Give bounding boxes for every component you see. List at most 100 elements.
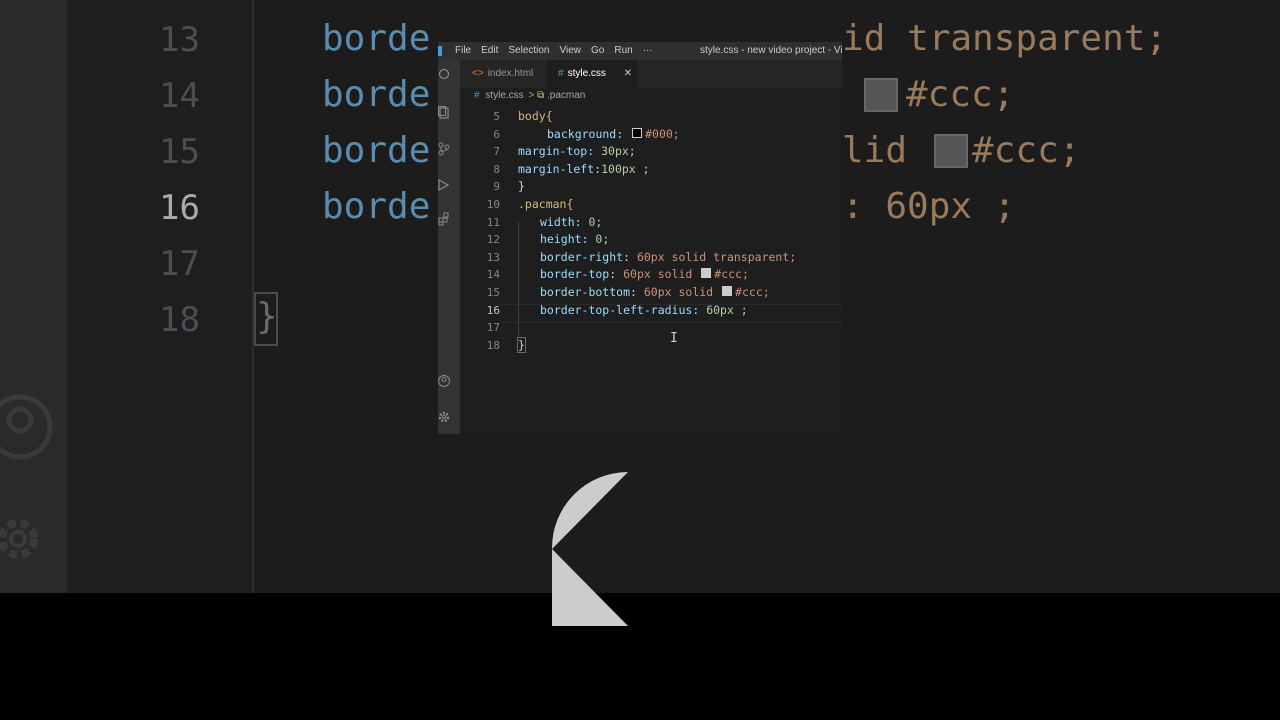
settings-gear-icon[interactable] — [438, 410, 450, 424]
code-property: margin-top: — [518, 144, 595, 158]
bg-code-fragment: #ccc; — [906, 74, 1015, 115]
line-number: 9 — [493, 180, 500, 193]
vscode-window: File Edit Selection View Go Run ··· styl… — [438, 42, 842, 434]
code-line: border-bottom: 60px solid #ccc; — [540, 285, 770, 299]
color-swatch[interactable] — [632, 128, 643, 138]
bg-color-swatch — [864, 78, 898, 112]
line-number: 15 — [486, 286, 500, 299]
output-area — [0, 593, 1280, 720]
code-line: border-top: 60px solid #ccc; — [540, 267, 749, 281]
code-line: width: 0; — [540, 215, 602, 229]
tab-bar: <> index.html # style.css ✕ — [460, 60, 842, 88]
code-line: .pacman{ — [518, 197, 573, 211]
breadcrumb-separator: > — [528, 90, 535, 101]
close-tab-icon[interactable]: ✕ — [624, 60, 632, 88]
menu-edit[interactable]: Edit — [481, 45, 498, 56]
code-line: height: 0; — [540, 232, 609, 246]
account-icon[interactable] — [438, 374, 450, 388]
bg-line-number: 17 — [159, 244, 200, 284]
code-value: 30px; — [601, 144, 636, 158]
activity-bar — [438, 60, 460, 434]
breadcrumb: # style.css > ⧉ .pacman — [460, 88, 842, 104]
line-number: 10 — [486, 198, 500, 211]
code-value: 60px solid — [623, 267, 700, 281]
bg-activity-bar — [0, 0, 67, 593]
code-value: #ccc; — [714, 267, 749, 281]
tab-style-css[interactable]: # style.css ✕ — [546, 60, 638, 88]
bg-line-number: 13 — [159, 20, 200, 60]
css-file-icon: # — [474, 90, 480, 101]
tab-label: index.html — [487, 68, 534, 79]
line-number: 17 — [486, 321, 500, 334]
line-number-active: 16 — [486, 304, 500, 317]
bg-code-fragment: id transparent; — [842, 18, 1168, 59]
color-swatch[interactable] — [722, 286, 733, 296]
breadcrumb-file[interactable]: style.css — [485, 90, 523, 101]
css-file-icon: # — [558, 68, 564, 79]
code-line: background: #000; — [547, 127, 680, 141]
code-selector: body{ — [518, 109, 553, 123]
menu-run[interactable]: Run — [614, 45, 632, 56]
source-control-icon[interactable] — [438, 142, 450, 156]
tab-index-html[interactable]: <> index.html — [460, 60, 546, 88]
code-editor[interactable]: 5 6 7 8 9 10 11 12 13 14 15 16 17 18 bod… — [460, 104, 842, 434]
line-number: 8 — [493, 163, 500, 176]
code-property: background: — [547, 127, 624, 141]
menu-view[interactable]: View — [560, 45, 582, 56]
code-value: 100px ; — [601, 162, 650, 176]
code-line: border-top-left-radius: 60px ; — [540, 303, 748, 317]
bg-line-number: 15 — [159, 132, 200, 172]
code-line: margin-left:100px ; — [518, 162, 650, 176]
line-number: 11 — [486, 216, 500, 229]
menu-selection[interactable]: Selection — [508, 45, 549, 56]
tab-label: style.css — [567, 68, 606, 79]
html-file-icon: <> — [472, 68, 484, 79]
account-icon — [0, 392, 66, 473]
vscode-logo-icon — [438, 46, 442, 56]
code-value: #ccc; — [735, 285, 770, 299]
menu-file[interactable]: File — [455, 45, 471, 56]
code-property: border-top-left-radius: — [540, 303, 700, 317]
code-value: #000; — [645, 127, 680, 141]
code-brace: } — [518, 179, 525, 193]
color-swatch[interactable] — [701, 268, 712, 278]
menu-bar: File Edit Selection View Go Run ··· — [455, 45, 663, 56]
line-number: 12 — [486, 233, 500, 246]
code-line: body{ — [518, 109, 553, 123]
code-value: 60px ; — [706, 303, 748, 317]
bg-line-number: 16 — [159, 188, 200, 228]
bg-code-fragment: borde — [322, 74, 431, 115]
bg-brace-highlight: } — [254, 292, 278, 346]
window-title: style.css - new video project - Visual — [700, 45, 842, 56]
code-property: border-bottom: — [540, 285, 637, 299]
code-line: } — [517, 337, 526, 353]
bg-code-fragment: borde — [322, 186, 431, 227]
code-line: } — [518, 179, 525, 193]
code-value: 0; — [588, 215, 603, 229]
indent-guide — [518, 222, 519, 338]
code-value: 0; — [595, 232, 610, 246]
symbol-class-icon: ⧉ — [537, 90, 545, 101]
extensions-icon[interactable] — [438, 212, 450, 226]
run-debug-icon[interactable] — [438, 178, 450, 192]
bg-color-swatch — [934, 134, 968, 168]
menu-go[interactable]: Go — [591, 45, 604, 56]
code-brace: } — [518, 338, 525, 352]
code-value: 60px solid transparent; — [636, 250, 797, 264]
breadcrumb-symbol[interactable]: .pacman — [547, 90, 585, 101]
line-number: 18 — [486, 339, 500, 352]
code-line: margin-top: 30px; — [518, 144, 636, 158]
search-icon[interactable] — [438, 68, 450, 82]
code-property: border-top: — [540, 267, 617, 281]
explorer-files-icon[interactable] — [438, 106, 450, 120]
bg-line-number: 18 — [159, 300, 200, 340]
code-line: border-right: 60px solid transparent; — [540, 250, 796, 264]
bg-code-fragment: borde — [322, 18, 431, 59]
bg-code-fragment: borde — [322, 130, 431, 171]
code-property: border-right: — [540, 250, 631, 264]
line-number: 5 — [493, 110, 500, 123]
menu-more[interactable]: ··· — [643, 45, 653, 56]
text-cursor-icon: I — [670, 331, 678, 346]
bg-code-fragment: : 60px ; — [842, 186, 1016, 227]
code-property: height: — [540, 232, 589, 246]
